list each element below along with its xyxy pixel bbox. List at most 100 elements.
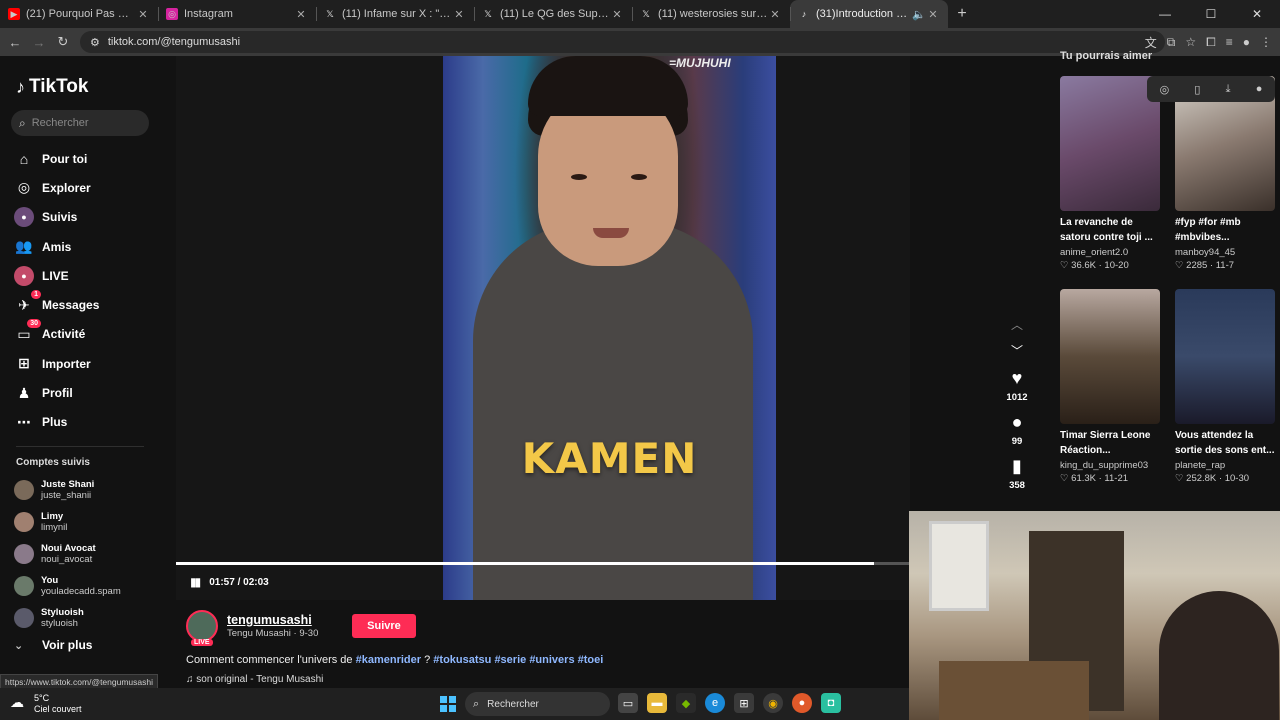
follow-button[interactable]: Suivre — [352, 614, 416, 638]
video-thumbnail[interactable] — [1060, 289, 1160, 424]
firefox-icon[interactable]: ● — [792, 693, 812, 713]
pause-icon[interactable]: ▮▮ — [190, 575, 201, 589]
bookmark-icon[interactable]: ▮ — [1002, 456, 1032, 476]
recommendations-title: Tu pourrais aimer — [1060, 50, 1153, 62]
chevron-up-icon[interactable]: ︿ — [1002, 316, 1032, 342]
x-icon: 𝕏 — [484, 8, 492, 19]
tab-title: Instagram — [184, 8, 233, 20]
file-explorer-icon[interactable]: ▬ — [647, 693, 667, 713]
back-icon[interactable]: ← — [3, 35, 27, 50]
site-info-icon[interactable]: ⚙ — [90, 36, 100, 49]
focus-icon[interactable]: ◎ — [1160, 83, 1170, 96]
profile-icon[interactable]: ● — [1243, 35, 1250, 49]
comment-icon[interactable]: ● — [1002, 412, 1032, 432]
following-name: You — [41, 575, 59, 586]
video-person-hoodie — [473, 221, 753, 600]
video-thumbnail[interactable] — [1060, 76, 1160, 211]
hashtag-link[interactable]: #univers — [529, 654, 574, 666]
video-progress-bar[interactable] — [176, 562, 910, 565]
bookmark-star-icon[interactable]: ☆ — [1185, 35, 1196, 49]
hashtag-link[interactable]: #serie — [494, 654, 526, 666]
card-channel[interactable]: king_du_supprime03 — [1060, 460, 1162, 471]
taskbar-search[interactable]: ⌕ Rechercher — [465, 692, 610, 716]
tiktok-logo[interactable]: ♪ TikTok — [16, 76, 88, 98]
url-field[interactable]: ⚙ tiktok.com/@tengumusashi — [80, 31, 1165, 53]
close-tab-icon[interactable]: ✕ — [768, 8, 782, 21]
following-item[interactable]: You youladecadd.spam — [14, 570, 121, 602]
nav-plus[interactable]: ⋯ Plus — [14, 408, 99, 437]
weather-widget[interactable]: ☁ 5°C Ciel couvert — [10, 693, 82, 715]
recommended-video-card[interactable]: Timar Sierra Leone Réaction... king_du_s… — [1060, 289, 1162, 484]
nav-activite[interactable]: ▭ 30 Activité — [14, 319, 99, 349]
menu-icon[interactable]: ⋮ — [1260, 35, 1272, 49]
task-view-icon[interactable]: ▭ — [618, 693, 638, 713]
creator-avatar[interactable]: LIVE — [186, 610, 218, 646]
browser-tab-active[interactable]: ♪ (31)Introduction à l'univers 🔈 ✕ — [790, 0, 948, 28]
following-item[interactable]: Noui Avocat noui_avocat — [14, 538, 121, 570]
phone-icon[interactable]: ▯ — [1194, 83, 1200, 96]
music-info[interactable]: ♫ son original - Tengu Musashi — [186, 674, 323, 685]
extensions-icon[interactable]: ⧠ — [1206, 35, 1216, 50]
browser-tab[interactable]: 𝕏 (11) Le QG des Supers sur X : " ✕ — [474, 0, 632, 28]
avatar[interactable]: ● — [1256, 83, 1263, 95]
following-item[interactable]: Styluoish styluoish — [14, 602, 121, 634]
browser-tab[interactable]: 𝕏 (11) westerosies sur X : "First lo ✕ — [632, 0, 790, 28]
following-item[interactable]: Limy limynil — [14, 506, 121, 538]
video-frame[interactable]: =MUJHUHI KAMEN — [443, 56, 776, 600]
creator-display-date: Tengu Musashi · 9-30 — [227, 628, 319, 639]
nav-profil[interactable]: ♟ Profil — [14, 378, 99, 407]
recommended-video-card[interactable]: #fyp #for #mb #mbvibes... manboy94_45 ♡ … — [1175, 76, 1277, 271]
chevron-down-icon[interactable]: ﹀ — [1002, 342, 1032, 368]
close-window-icon[interactable]: ✕ — [1234, 0, 1280, 28]
close-tab-icon[interactable]: ✕ — [136, 8, 150, 21]
edge-icon[interactable]: e — [705, 693, 725, 713]
video-thumbnail[interactable] — [1175, 289, 1275, 424]
nav-suivis[interactable]: ● Suivis — [14, 203, 99, 232]
creator-username[interactable]: tengumusashi — [227, 613, 318, 627]
browser-tab[interactable]: ◎ Instagram ✕ — [158, 0, 316, 28]
speaker-icon[interactable]: 🔈 — [912, 8, 926, 21]
card-channel[interactable]: planete_rap — [1175, 460, 1277, 471]
save-count: 358 — [1009, 480, 1025, 491]
forward-icon[interactable]: → — [27, 35, 51, 50]
nav-label: Activité — [42, 327, 86, 342]
nav-label: Explorer — [42, 180, 91, 195]
recommended-video-card[interactable]: Vous attendez la sortie des sons ent... … — [1175, 289, 1277, 484]
app-icon[interactable]: ◘ — [821, 693, 841, 713]
following-item[interactable]: Juste Shani juste_shanii — [14, 474, 121, 506]
nav-amis[interactable]: 👥 Amis — [14, 232, 99, 261]
hashtag-link[interactable]: #toei — [578, 654, 604, 666]
card-channel[interactable]: anime_orient2.0 — [1060, 247, 1162, 258]
nav-pour-toi[interactable]: ⌂ Pour toi — [14, 144, 99, 173]
search-input[interactable]: ⌕ Rechercher — [11, 110, 149, 136]
reload-icon[interactable]: ↻ — [51, 34, 75, 50]
new-tab-icon[interactable]: + — [948, 5, 976, 23]
nav-live[interactable]: ● LIVE — [14, 261, 99, 290]
recommended-video-card[interactable]: La revanche de satoru contre toji ... an… — [1060, 76, 1162, 271]
close-tab-icon[interactable]: ✕ — [610, 8, 624, 21]
minimize-icon[interactable]: — — [1142, 0, 1188, 28]
store-icon[interactable]: ⊞ — [734, 693, 754, 713]
browser-tab[interactable]: 𝕏 (11) Infame sur X : "Ce youtube ✕ — [316, 0, 474, 28]
video-player[interactable]: =MUJHUHI KAMEN — [176, 56, 910, 600]
browser-tab[interactable]: ▶ (21) Pourquoi Pas PKP - YouTube ✕ — [0, 0, 158, 28]
maximize-icon[interactable]: ☐ — [1188, 0, 1234, 28]
hashtag-link[interactable]: #tokusatsu — [433, 654, 491, 666]
close-tab-icon[interactable]: ✕ — [452, 8, 466, 21]
nav-explorer[interactable]: ◎ Explorer — [14, 173, 99, 202]
hashtag-link[interactable]: #kamenrider — [356, 654, 421, 666]
voir-plus-button[interactable]: ⌄ Voir plus — [14, 638, 92, 652]
cast-icon[interactable]: ⧉ — [1167, 35, 1176, 50]
download-icon[interactable]: ⤓ — [1226, 83, 1231, 96]
close-tab-icon[interactable]: ✕ — [926, 8, 940, 21]
media-icon[interactable]: ≡ — [1226, 35, 1233, 49]
nav-importer[interactable]: ⊞ Importer — [14, 349, 99, 378]
card-channel[interactable]: manboy94_45 — [1175, 247, 1277, 258]
nav-messages[interactable]: ✈ 1 Messages — [14, 290, 99, 319]
nvidia-icon[interactable]: ◆ — [676, 693, 696, 713]
windows-start-icon[interactable] — [440, 696, 456, 712]
chrome-icon[interactable]: ◉ — [763, 693, 783, 713]
translate-icon[interactable]: 文 — [1145, 34, 1157, 51]
close-tab-icon[interactable]: ✕ — [294, 8, 308, 21]
heart-icon[interactable]: ♥ — [1002, 368, 1032, 388]
